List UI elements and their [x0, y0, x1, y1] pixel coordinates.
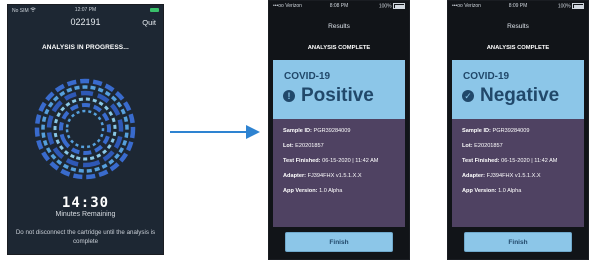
quit-button[interactable]: Quit: [142, 18, 156, 27]
analysis-complete-label: ANALYSIS COMPLETE: [307, 45, 371, 51]
finish-button[interactable]: Finish: [285, 232, 393, 252]
adapter: Adapter: FJ394FHX v1.5.1.X.X: [283, 173, 362, 179]
analysis-title: ANALYSIS IN PROGRESS...: [42, 44, 129, 51]
page-title: Results: [507, 23, 529, 30]
analysis-complete-label: ANALYSIS COMPLETE: [486, 45, 550, 51]
finish-button[interactable]: Finish: [464, 232, 572, 252]
battery-icon: [572, 3, 584, 9]
result-screen-negative: •••oo Verizon 8:09 PM 100% Results ANALY…: [447, 0, 589, 260]
adapter: Adapter: FJ394FHX v1.5.1.X.X: [462, 173, 541, 179]
result-screen-positive: •••oo Verizon 8:08 PM 100% Results ANALY…: [268, 0, 410, 260]
details-panel: Sample ID: PGR39284009 Lot: E20201857 Te…: [452, 119, 584, 227]
lot: Lot: E20201857: [462, 143, 503, 149]
device-id: 022191: [70, 17, 101, 27]
lot: Lot: E20201857: [283, 143, 324, 149]
result-status: Negative: [480, 85, 560, 106]
timer-caption: Minutes Remaining: [55, 211, 116, 218]
result-status: Positive: [301, 85, 374, 106]
app-version: App Version: 1.0 Alpha: [462, 188, 522, 194]
battery-icon: [150, 7, 159, 13]
disconnect-warning: Do not disconnect the cartridge until th…: [15, 229, 156, 245]
countdown-timer: 14:30: [61, 195, 110, 211]
exclamation-circle-icon: !: [283, 90, 295, 102]
analysis-screen: No SIM 12:07 PM 022191 Quit ANALYSIS IN …: [7, 4, 164, 255]
flow-arrow-icon: [170, 125, 260, 139]
progress-ring-icon: [34, 78, 136, 180]
result-panel: COVID-19 ! Positive: [273, 60, 405, 119]
battery-percent: 100%: [378, 3, 392, 10]
check-circle-icon: ✓: [462, 90, 474, 102]
status-bar: •••oo Verizon 8:09 PM 100%: [448, 1, 588, 11]
test-finished: Test Finished: 06-15-2020 | 11:42 AM: [283, 158, 379, 164]
test-finished: Test Finished: 06-15-2020 | 11:42 AM: [462, 158, 558, 164]
clock: 12:07 PM: [74, 7, 97, 13]
page-title: Results: [328, 23, 350, 30]
details-panel: Sample ID: PGR39284009 Lot: E20201857 Te…: [273, 119, 405, 227]
status-bar: •••oo Verizon 8:08 PM 100%: [269, 1, 409, 11]
test-name: COVID-19: [284, 71, 331, 82]
test-name: COVID-19: [463, 71, 510, 82]
sample-id: Sample ID: PGR39284009: [283, 128, 351, 134]
sample-id: Sample ID: PGR39284009: [462, 128, 530, 134]
status-bar: No SIM 12:07 PM: [8, 5, 163, 15]
result-panel: COVID-19 ✓ Negative: [452, 60, 584, 119]
battery-percent: 100%: [557, 3, 571, 10]
app-version: App Version: 1.0 Alpha: [283, 188, 343, 194]
battery-icon: [393, 3, 405, 9]
